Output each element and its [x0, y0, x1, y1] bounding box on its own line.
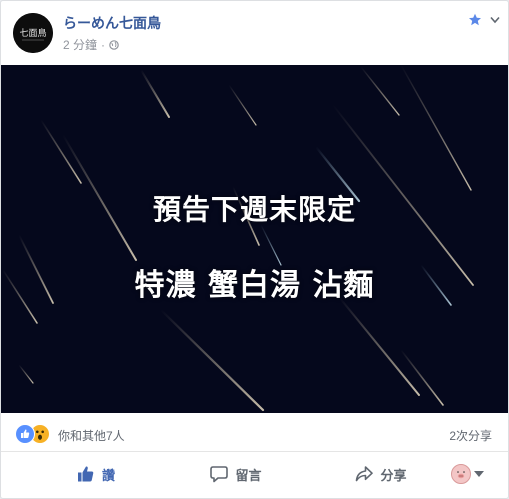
chevron-down-icon[interactable] [490, 16, 500, 24]
thumbs-up-icon [77, 466, 94, 482]
image-headline-line2: 特濃 蟹白湯 沾麵 [134, 268, 375, 303]
post-action-bar: 讚 留言 分享 [1, 452, 508, 498]
post-card: 七面鳥 らーめん七面鳥 2 分鐘 · 預告下週末限定 特濃 蟹白湯 沾麵 你和其… [0, 0, 509, 499]
page-avatar[interactable]: 七面鳥 [13, 13, 53, 53]
share-arrow-icon [356, 466, 374, 482]
caret-down-icon [474, 471, 484, 477]
react-as-selector[interactable] [451, 462, 491, 486]
post-timestamp[interactable]: 2 分鐘 [63, 36, 97, 53]
meta-separator: · [101, 37, 106, 52]
share-button[interactable]: 分享 [326, 452, 436, 496]
comment-button[interactable]: 留言 [176, 452, 296, 496]
globe-icon[interactable] [109, 39, 119, 50]
share-button-label: 分享 [380, 467, 407, 483]
reactions-count-link[interactable]: 你和其他7人 [58, 427, 125, 444]
post-image[interactable]: 預告下週末限定 特濃 蟹白湯 沾麵 [1, 65, 508, 413]
shares-count-link[interactable]: 2次分享 [449, 427, 492, 444]
post-meta: 2 分鐘 · [63, 36, 119, 53]
reaction-icons[interactable] [15, 424, 55, 444]
image-headline-line1: 預告下週末限定 [152, 193, 356, 226]
like-button-label: 讚 [101, 467, 115, 483]
comment-button-label: 留言 [235, 467, 262, 483]
svg-text:七面鳥: 七面鳥 [19, 27, 46, 39]
page-name-link[interactable]: らーめん七面鳥 [63, 13, 161, 33]
like-reaction-icon [15, 424, 35, 444]
avatar-logo-icon: 七面鳥 [13, 13, 53, 53]
speech-bubble-icon [210, 466, 229, 483]
pig-avatar-icon [451, 464, 471, 484]
engagement-summary: 你和其他7人 2次分享 [1, 413, 508, 452]
post-header: 七面鳥 らーめん七面鳥 2 分鐘 · [1, 1, 508, 65]
meteor-streaks [2, 65, 474, 412]
like-button[interactable]: 讚 [41, 452, 151, 496]
star-icon[interactable] [468, 13, 482, 27]
